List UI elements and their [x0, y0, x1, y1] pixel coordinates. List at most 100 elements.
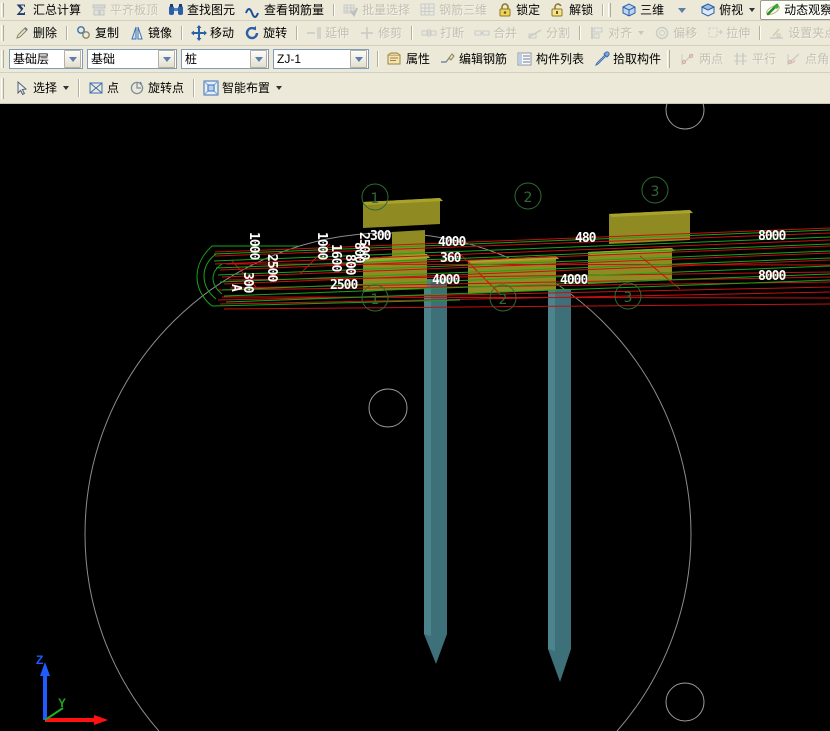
flatten-slab-top-label: 平齐板顶: [110, 3, 158, 17]
two-point-icon: [680, 51, 696, 67]
top-view-button[interactable]: 俯视: [695, 0, 760, 20]
batch-select-button[interactable]: 批量选择: [338, 0, 415, 20]
break-button[interactable]: 打断: [416, 21, 469, 45]
break-icon: [421, 25, 437, 41]
rebar-3d-button[interactable]: 钢筋三维: [415, 0, 492, 20]
point-angle-button[interactable]: 点角: [781, 46, 830, 72]
rebar-3d-icon: [420, 2, 436, 18]
parallel-button[interactable]: 平行: [728, 46, 781, 72]
copy-label: 复制: [95, 26, 119, 40]
three-d-dropdown[interactable]: [669, 0, 695, 20]
unlock-button[interactable]: 解锁: [545, 0, 598, 20]
dim-360-a: 360: [440, 251, 462, 266]
find-element-button[interactable]: 查找图元: [163, 0, 240, 20]
separator: [78, 79, 79, 98]
dim-4000-a: 4000: [438, 235, 466, 250]
three-d-view-label: 三维: [640, 3, 664, 17]
dynamic-observe-button[interactable]: 动态观察: [760, 0, 830, 20]
grid-bubble-3-top-label: 3: [651, 184, 660, 200]
cursor-icon: [14, 80, 30, 96]
merge-icon: [474, 25, 490, 41]
cube-icon: [621, 2, 637, 18]
separator: [579, 26, 580, 41]
element-name-select[interactable]: ZJ-1: [273, 49, 369, 69]
category-select[interactable]: 基础: [87, 49, 177, 69]
pile-group[interactable]: [424, 279, 571, 682]
smart-layout-button[interactable]: 智能布置: [198, 73, 287, 103]
split-button[interactable]: 分割: [522, 21, 575, 45]
chevron-down-icon[interactable]: [350, 50, 367, 68]
separator: [193, 79, 194, 98]
pick-component-label: 拾取构件: [613, 52, 661, 66]
view-rebar-qty-button[interactable]: 查看钢筋量: [240, 0, 329, 20]
orbit-handle-top[interactable]: [666, 104, 704, 129]
grid-bubble-1-top-label: 1: [371, 191, 380, 207]
point-tool-button[interactable]: 点: [83, 73, 124, 103]
offset-button[interactable]: 偏移: [649, 21, 702, 45]
copy-button[interactable]: 复制: [71, 21, 124, 45]
point-tool-label: 点: [107, 81, 119, 95]
flatten-icon: [91, 2, 107, 18]
orbit-handle-bottom[interactable]: [666, 683, 704, 721]
element-type-select-value: 桩: [182, 51, 250, 68]
model-canvas[interactable]: 1 1 2 2 3 3 4000 360 4000 480 4000 8000: [0, 104, 830, 731]
element-type-select[interactable]: 桩: [181, 49, 269, 69]
select-tool-button[interactable]: 选择: [9, 73, 74, 103]
chevron-down-icon[interactable]: [63, 86, 69, 90]
extend-label: 延伸: [325, 26, 349, 40]
toolbar-grip[interactable]: [608, 3, 614, 17]
set-grip-button[interactable]: 设置夹点: [764, 21, 830, 45]
three-d-viewport[interactable]: 1 1 2 2 3 3 4000 360 4000 480 4000 8000: [0, 104, 830, 731]
trim-button[interactable]: 修剪: [354, 21, 407, 45]
dim-vert-3: 1600: [328, 244, 343, 272]
rotate-label: 旋转: [263, 26, 287, 40]
orbit-gizmo[interactable]: [85, 104, 704, 731]
svg-text:Σ: Σ: [16, 3, 26, 18]
rotate-point-button[interactable]: 旋转点: [124, 73, 189, 103]
properties-label: 属性: [406, 52, 430, 66]
edit-rebar-button[interactable]: 编辑钢筋: [435, 46, 512, 72]
properties-button[interactable]: 属性: [382, 46, 435, 72]
delete-button[interactable]: 删除: [9, 21, 62, 45]
chevron-down-icon[interactable]: [250, 50, 267, 68]
axis-gizmo: Z Y: [36, 653, 108, 725]
summary-calc-button[interactable]: Σ 汇总计算: [9, 0, 86, 20]
edit-rebar-label: 编辑钢筋: [459, 52, 507, 66]
chevron-down-icon[interactable]: [64, 50, 81, 68]
move-button[interactable]: 移动: [186, 21, 239, 45]
sigma-icon: Σ: [14, 2, 30, 18]
toolbar-grip[interactable]: [1, 25, 7, 42]
split-label: 分割: [546, 26, 570, 40]
dim-480: 480: [575, 231, 597, 246]
rotate-point-label: 旋转点: [148, 81, 184, 95]
pick-component-button[interactable]: 拾取构件: [589, 46, 666, 72]
chevron-down-icon[interactable]: [158, 50, 175, 68]
chevron-down-icon[interactable]: [638, 31, 644, 35]
toolbar-grip[interactable]: [1, 3, 7, 17]
toolbar-row-main: Σ 汇总计算 平齐板顶 查找图元: [0, 0, 830, 21]
merge-button[interactable]: 合并: [469, 21, 522, 45]
rotate-point-icon: [129, 80, 145, 96]
cube-top-icon: [700, 2, 716, 18]
two-point-button[interactable]: 两点: [675, 46, 728, 72]
toolbar-grip[interactable]: [1, 78, 7, 99]
list-icon: [517, 51, 533, 67]
toolbar-grip[interactable]: [667, 50, 673, 68]
mirror-button[interactable]: 镜像: [124, 21, 177, 45]
extend-button[interactable]: 延伸: [301, 21, 354, 45]
orbit-handle-left[interactable]: [369, 389, 407, 427]
grid-bubble-3-bottom-label: 3: [624, 290, 633, 306]
toolbar-grip[interactable]: [1, 50, 7, 68]
component-list-button[interactable]: 构件列表: [512, 46, 589, 72]
separator: [66, 26, 67, 41]
stretch-button[interactable]: 拉伸: [702, 21, 755, 45]
lock-button[interactable]: 锁定: [492, 0, 545, 20]
chevron-down-icon[interactable]: [276, 86, 282, 90]
chevron-down-icon[interactable]: [749, 8, 755, 12]
rotate-button[interactable]: 旋转: [239, 21, 292, 45]
level-select[interactable]: 基础层: [9, 49, 83, 69]
flatten-slab-top-button[interactable]: 平齐板顶: [86, 0, 163, 20]
batch-select-icon: [343, 2, 359, 18]
align-button[interactable]: 对齐: [584, 21, 649, 45]
three-d-view-button[interactable]: 三维: [616, 0, 669, 20]
